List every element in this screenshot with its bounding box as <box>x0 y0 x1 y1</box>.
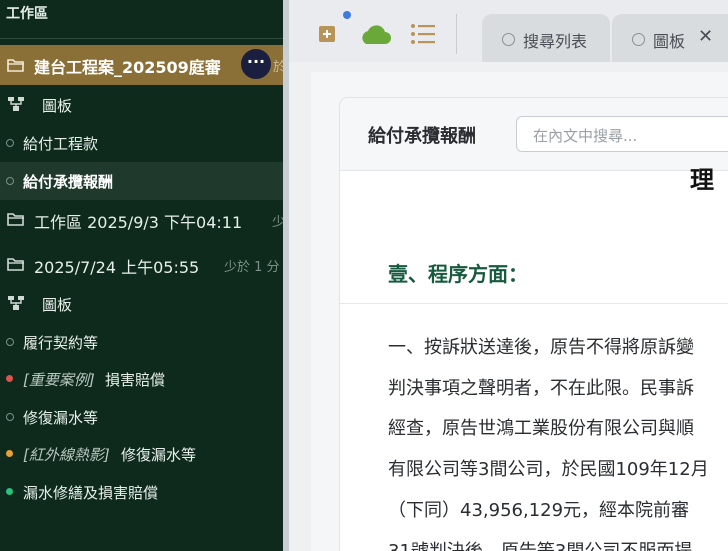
folder-label: 建台工程案_202509庭審 <box>34 58 221 77</box>
section-heading: 壹、程序方面： <box>388 262 528 286</box>
document-heading-partial: 理 <box>690 166 714 194</box>
sidebar-item-note-tagged[interactable]: [紅外線熱影] 修復漏水等 <box>0 435 283 473</box>
sidebar-item-note[interactable]: 漏水修繕及損害賠償 <box>0 473 283 511</box>
cloud-icon[interactable] <box>358 20 392 48</box>
document-line: 31號判決後，原告等3間公司不服而提 <box>388 537 692 551</box>
sidebar-item-label: 圖板 <box>42 97 73 115</box>
document-line: 判決事項之聲明者，不在此限。民事訴 <box>388 378 694 399</box>
folder-label: 工作區 2025/9/3 下午04:11 <box>34 213 243 232</box>
document-line: 有限公司等3間公司，於民國109年12月 <box>388 459 709 480</box>
orange-dot-icon <box>6 450 13 457</box>
toolbar-separator <box>456 14 457 54</box>
tab-label: 搜尋列表 <box>523 32 588 51</box>
note-dot-icon <box>6 413 14 421</box>
sidebar-item-label: 漏水修繕及損害賠償 <box>23 484 159 502</box>
list-icon[interactable] <box>410 23 436 45</box>
sidebar-item-label: 修復漏水等 <box>121 446 197 464</box>
sidebar-item-note[interactable]: 給付工程款 <box>0 124 283 162</box>
workspace-label: 工作區 <box>6 6 48 22</box>
sidebar-folder[interactable]: 2025/7/24 上午05:55 少於 1 分 <box>0 245 283 283</box>
sidebar-item-note[interactable]: 履行契約等 <box>0 323 283 361</box>
sidebar-item-note-tagged[interactable]: [重要案例] 損害賠償 <box>0 360 283 398</box>
folder-open-icon <box>7 213 24 226</box>
notification-badge <box>343 11 351 19</box>
sidebar-item-note[interactable]: 修復漏水等 <box>0 398 283 436</box>
green-dot-icon <box>6 488 13 495</box>
sidebar-item-label: 履行契約等 <box>23 334 99 352</box>
section-divider <box>340 303 728 304</box>
note-dot-icon <box>6 139 14 147</box>
folder-open-icon <box>7 258 24 271</box>
folder-open-icon <box>7 59 24 72</box>
document-line: 一、按訴狀送達後，原告不得將原訴變 <box>388 337 694 358</box>
sidebar-folder[interactable]: 工作區 2025/9/3 下午04:11 少 <box>0 200 283 238</box>
board-icon <box>8 97 24 111</box>
more-options-button[interactable]: ··· <box>241 49 271 79</box>
sidebar-item-label: 給付工程款 <box>23 135 99 153</box>
board-icon <box>8 296 24 310</box>
tab-search-list[interactable]: 搜尋列表 <box>482 14 610 62</box>
tab-board[interactable]: 圖板 ✕ <box>612 14 728 62</box>
search-placeholder: 在內文中搜尋... <box>533 127 638 145</box>
sidebar: 工作區 建台工程案_202509庭審 於 ··· 圖板 給付工程款 給付承攬報酬 <box>0 0 283 551</box>
folder-trailing: 於 <box>273 60 283 75</box>
close-icon[interactable]: ✕ <box>698 26 713 47</box>
sidebar-item-note-selected[interactable]: 給付承攬報酬 <box>0 162 283 200</box>
tab-circle-icon <box>502 33 515 46</box>
sidebar-item-label: 修復漏水等 <box>23 409 99 427</box>
folder-trailing: 少 <box>272 215 283 230</box>
folder-trailing: 少於 1 分 <box>224 260 280 275</box>
search-input[interactable]: 在內文中搜尋... <box>516 116 728 152</box>
note-tag: [重要案例] <box>23 371 95 389</box>
sidebar-item-label: 圖板 <box>42 296 73 314</box>
note-tag: [紅外線熱影] <box>23 446 110 464</box>
panel-title: 給付承攬報酬 <box>368 126 476 147</box>
sidebar-item-label: 給付承攬報酬 <box>23 173 114 191</box>
note-dot-icon <box>6 177 14 185</box>
note-dot-icon <box>6 338 14 346</box>
folder-label: 2025/7/24 上午05:55 <box>34 258 200 277</box>
document-line: （下同）43,956,129元，經本院前審 <box>388 500 690 521</box>
red-dot-icon <box>6 375 13 382</box>
tab-label: 圖板 <box>653 32 686 51</box>
document-line: 經查，原告世鴻工業股份有限公司與順 <box>388 418 694 439</box>
sidebar-header: 工作區 <box>0 0 283 39</box>
tab-circle-icon <box>632 33 645 46</box>
add-note-icon[interactable] <box>318 25 336 43</box>
sidebar-item-label: 損害賠償 <box>105 371 166 389</box>
sidebar-item-board[interactable]: 圖板 <box>0 285 283 323</box>
sidebar-item-board[interactable]: 圖板 <box>0 86 283 124</box>
